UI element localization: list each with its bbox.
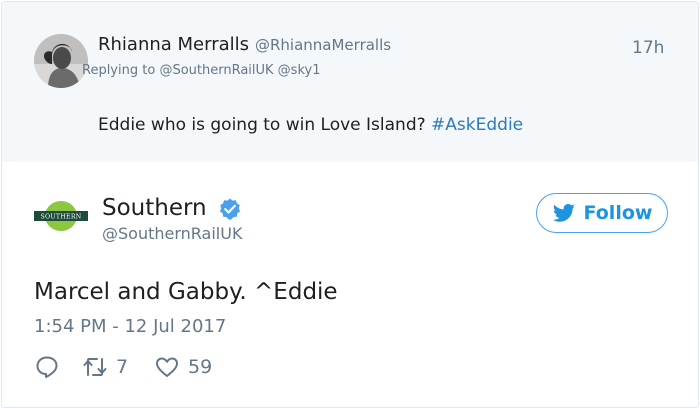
southern-logo-avatar[interactable]: SOUTHERN [34, 195, 88, 237]
reply-author-handle[interactable]: @RhiannaMerralls [255, 36, 391, 54]
reply-icon [36, 356, 58, 378]
southern-logo-text: SOUTHERN [40, 214, 81, 221]
replying-mentions[interactable]: @SouthernRailUK @sky1 [159, 63, 320, 78]
like-action[interactable]: 59 [154, 352, 212, 382]
verified-badge-icon [218, 197, 242, 221]
hashtag-link[interactable]: #AskEddie [431, 115, 523, 135]
tweet-timestamp[interactable]: 1:54 PM - 12 Jul 2017 [34, 316, 226, 337]
follow-label: Follow [583, 202, 653, 224]
main-tweet-text: Marcel and Gabby. ^Eddie [34, 279, 338, 305]
retweet-action[interactable]: 7 [82, 352, 128, 382]
replying-prefix: Replying to [82, 63, 160, 78]
follow-button[interactable]: Follow [536, 193, 668, 233]
reply-text-body: Eddie who is going to win Love Island? [98, 115, 432, 135]
retweet-icon [83, 358, 107, 376]
reply-text: Eddie who is going to win Love Island? #… [98, 115, 523, 135]
twitter-bird-icon [552, 204, 575, 222]
heart-icon [156, 357, 178, 377]
like-count: 59 [188, 356, 213, 378]
reply-tweet: Rhianna Merralls @RhiannaMerralls 17h Re… [2, 2, 698, 162]
replying-to-line: Replying to @SouthernRailUK @sky1 [82, 63, 320, 78]
reply-author-name[interactable]: Rhianna Merralls [98, 34, 249, 55]
embedded-tweet-card: Rhianna Merralls @RhiannaMerralls 17h Re… [1, 1, 699, 408]
main-author-handle[interactable]: @SouthernRailUK [102, 224, 242, 243]
main-author-name[interactable]: Southern [102, 195, 207, 221]
retweet-count: 7 [116, 356, 129, 378]
reply-time[interactable]: 17h [632, 38, 664, 58]
rhianna-avatar[interactable] [34, 34, 88, 88]
reply-action[interactable] [34, 352, 60, 382]
